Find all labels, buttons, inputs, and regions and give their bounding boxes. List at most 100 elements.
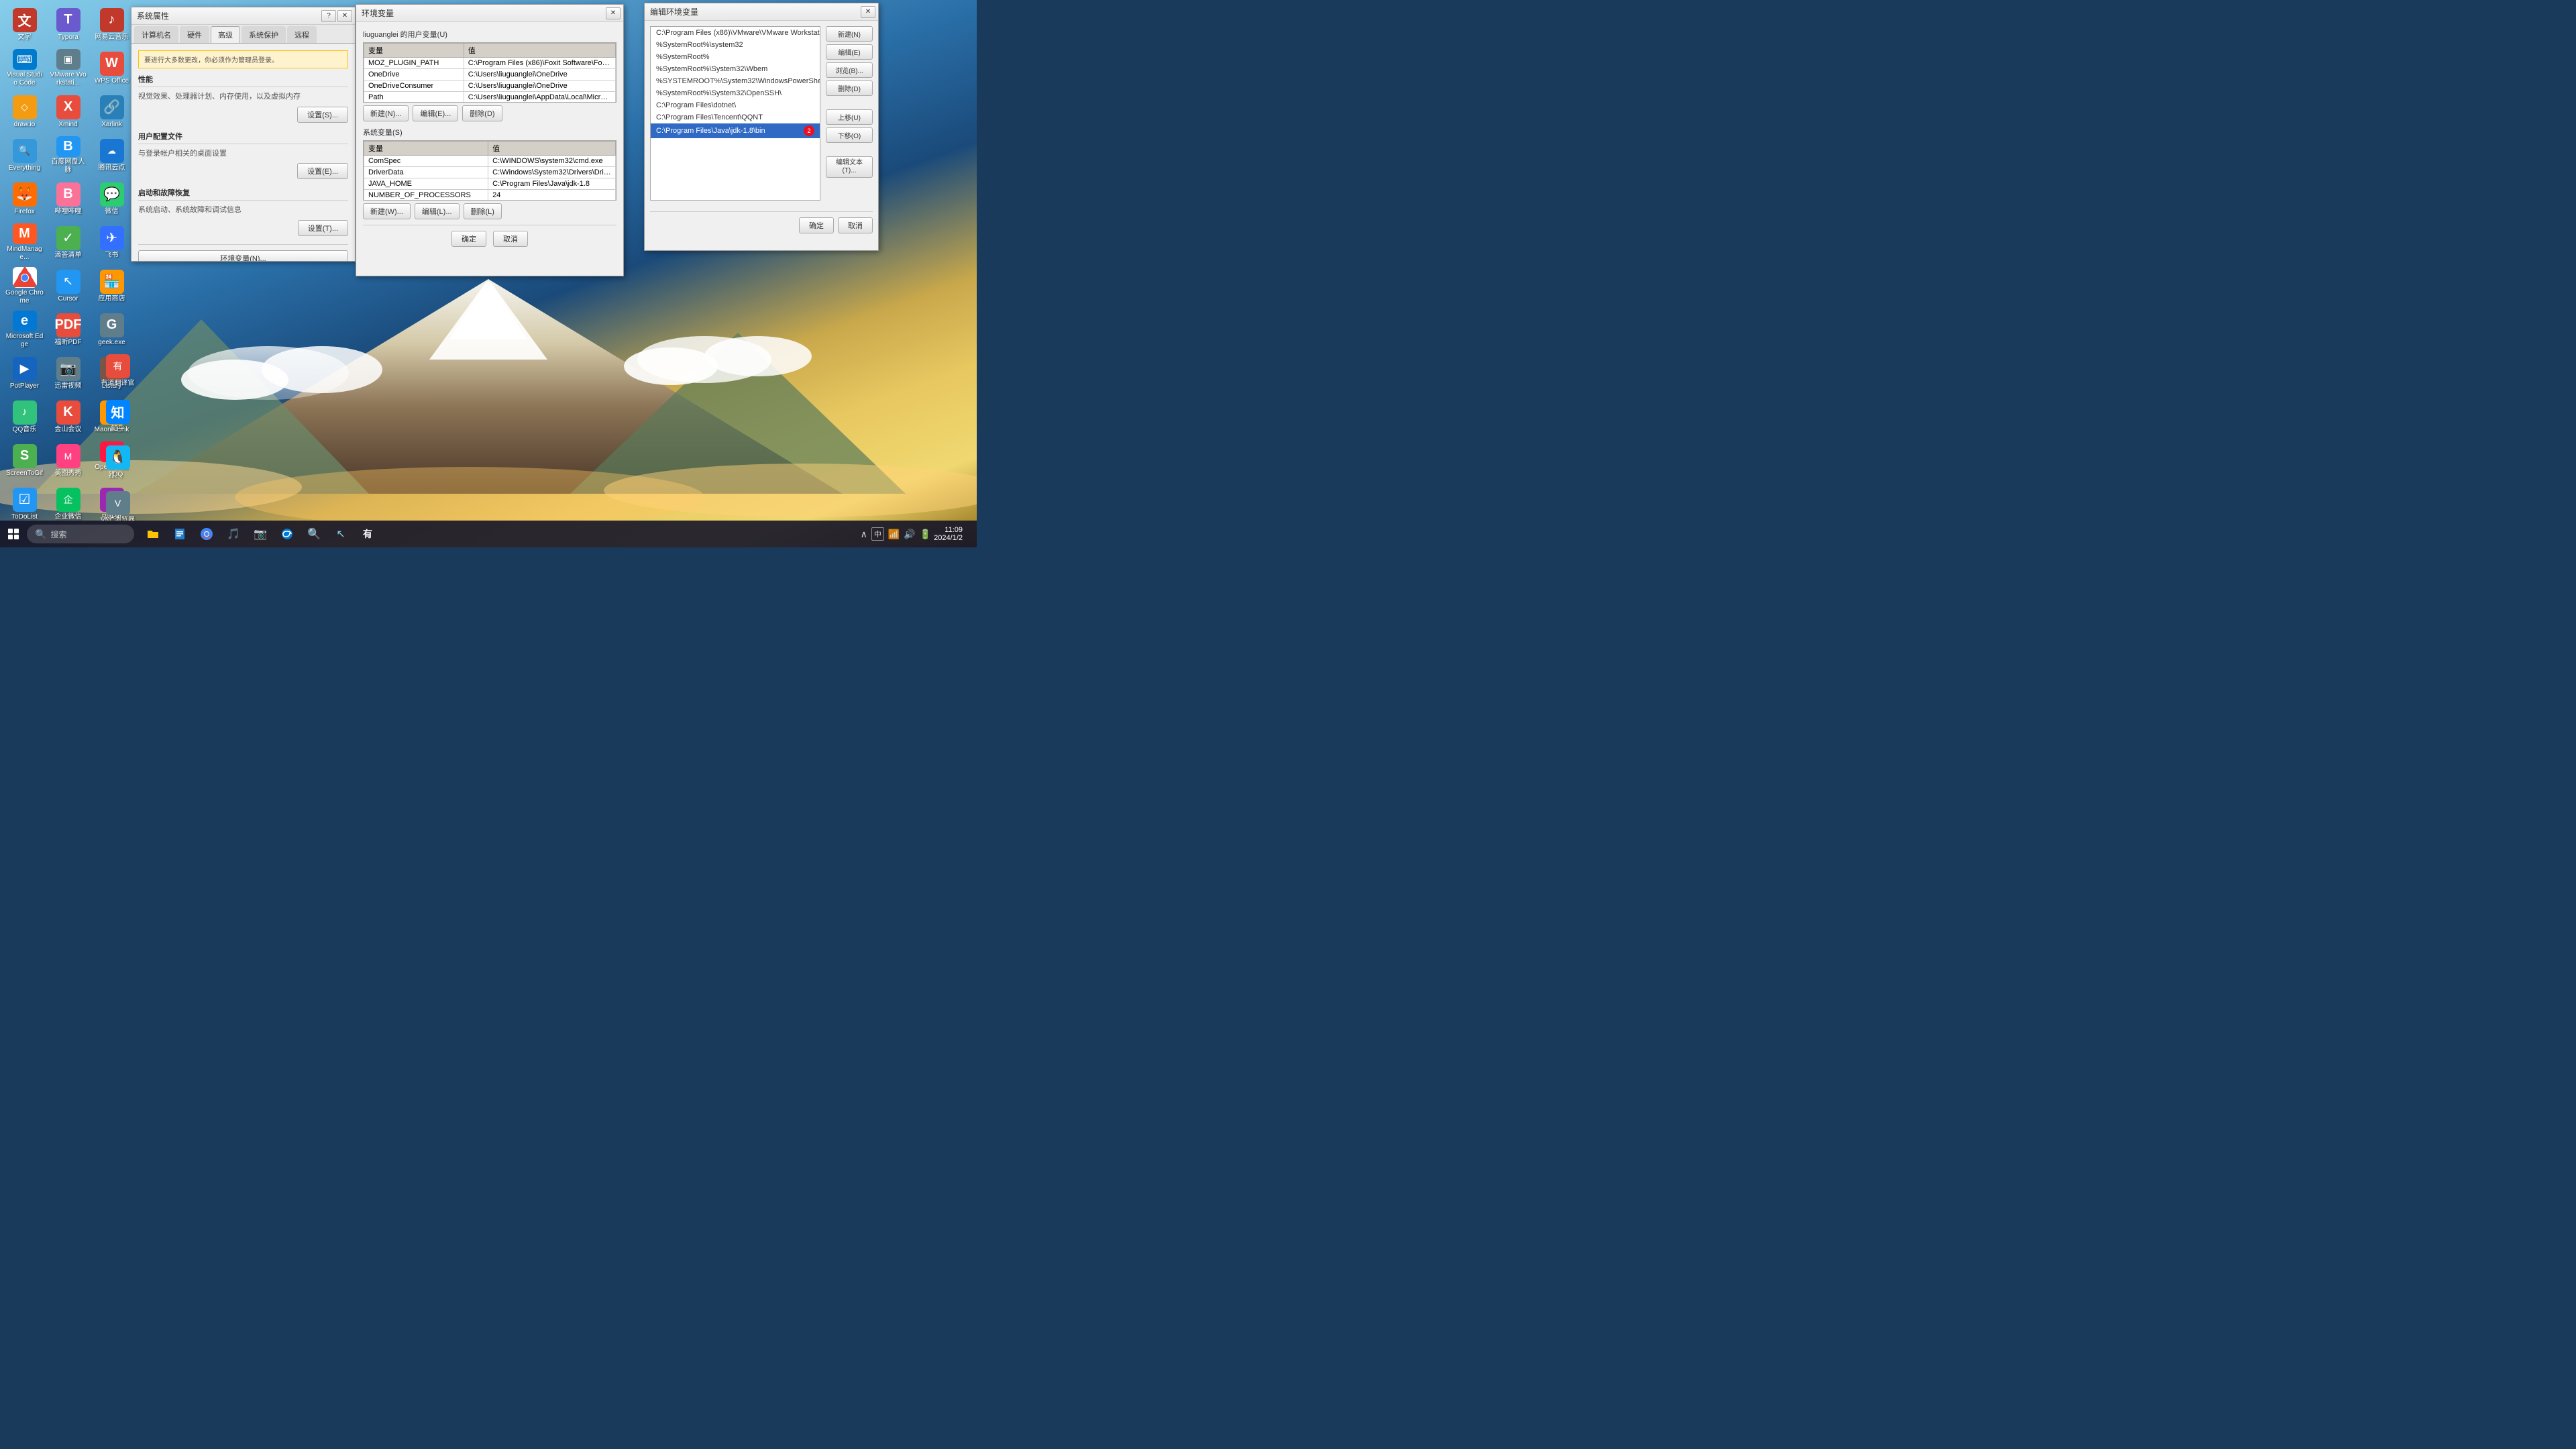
edit-browse-btn[interactable]: 浏览(B)... xyxy=(826,62,873,78)
user-profiles-settings-btn[interactable]: 设置(E)... xyxy=(297,163,348,179)
taskbar-app-cursor2[interactable]: ↖ xyxy=(329,522,353,546)
icon-wps-writer[interactable]: 文 文字 xyxy=(3,3,46,46)
taskbar-search[interactable]: 🔍 搜索 xyxy=(27,525,134,543)
icon-xmind2[interactable]: 🔗 Xarlink xyxy=(90,90,133,133)
table-row[interactable]: ComSpec C:\WINDOWS\system32\cmd.exe xyxy=(364,156,616,167)
edit-edit-btn[interactable]: 编辑(E) xyxy=(826,44,873,60)
icon-vmware[interactable]: ▣ VMware Workstati... xyxy=(46,46,90,90)
tab-computer-name[interactable]: 计算机名 xyxy=(134,26,178,43)
table-row[interactable]: MOZ_PLUGIN_PATH C:\Program Files (x86)\F… xyxy=(364,58,616,69)
icon-geek[interactable]: G geek.exe xyxy=(90,308,133,352)
sys-new-btn[interactable]: 新建(W)... xyxy=(363,203,411,219)
taskbar-app-youdao[interactable]: 有 xyxy=(356,522,380,546)
perf-settings-btn[interactable]: 设置(S)... xyxy=(297,107,348,123)
taskbar-app-edge[interactable] xyxy=(275,522,299,546)
taskbar-app-files[interactable] xyxy=(168,522,192,546)
list-item[interactable]: %SystemRoot%\system32 xyxy=(651,39,820,51)
edit-new-btn[interactable]: 新建(N) xyxy=(826,26,873,42)
tab-sys-protect[interactable]: 系统保护 xyxy=(241,26,286,43)
env-vars-close-btn[interactable]: ✕ xyxy=(606,7,621,19)
icon-wecom[interactable]: 企 企业微信 xyxy=(46,482,90,526)
list-item[interactable]: C:\Program Files\dotnet\ xyxy=(651,99,820,111)
icon-everything[interactable]: 🔍 Everything xyxy=(3,133,46,177)
icon-firefox[interactable]: 🦊 Firefox xyxy=(3,177,46,221)
icon-tencent-cloud[interactable]: ☁ 腾讯云点 xyxy=(90,133,133,177)
start-button[interactable] xyxy=(0,521,27,547)
icon-appstore2[interactable]: 🏪 应用商店 xyxy=(90,264,133,308)
list-item[interactable]: %SystemRoot%\System32\OpenSSH\ xyxy=(651,87,820,99)
icon-chrome[interactable]: Google Chrome xyxy=(3,264,46,308)
env-vars-btn[interactable]: 环境变量(N)... xyxy=(138,250,348,262)
tab-remote[interactable]: 远程 xyxy=(287,26,317,43)
wifi-icon[interactable]: 📶 xyxy=(888,529,900,540)
icon-drawio[interactable]: ◇ draw.io xyxy=(3,90,46,133)
list-item-selected[interactable]: C:\Program Files\Java\jdk-1.8\bin 2 xyxy=(651,123,820,138)
edit-down-btn[interactable]: 下移(O) xyxy=(826,127,873,143)
edit-env-ok-btn[interactable]: 确定 xyxy=(799,217,834,233)
env-vars-ok-btn[interactable]: 确定 xyxy=(451,231,486,247)
sys-edit-btn[interactable]: 编辑(L)... xyxy=(415,203,460,219)
table-row[interactable]: OneDriveConsumer C:\Users\liuguanglei\On… xyxy=(364,80,616,92)
tab-hardware[interactable]: 硬件 xyxy=(180,26,209,43)
edit-delete-btn[interactable]: 删除(D) xyxy=(826,80,873,96)
icon-wps[interactable]: W WPS Office xyxy=(90,46,133,90)
icon-qqmusic[interactable]: ♪ QQ音乐 xyxy=(3,395,46,439)
battery-icon[interactable]: 🔋 xyxy=(920,529,931,540)
edit-env-close-btn[interactable]: ✕ xyxy=(861,6,875,18)
keyboard-icon[interactable]: 中 xyxy=(871,527,884,541)
icon-pdf[interactable]: PDF 福昕PDF xyxy=(46,308,90,352)
taskbar-app-music[interactable]: 🎵 xyxy=(221,522,246,546)
sys-props-help-btn[interactable]: ? xyxy=(321,10,336,22)
icon-todolist[interactable]: ☑ ToDoList xyxy=(3,482,46,526)
taskbar-app-search[interactable]: 🔍 xyxy=(302,522,326,546)
list-item[interactable]: %SystemRoot% xyxy=(651,51,820,63)
icon-wechat[interactable]: 💬 微信 xyxy=(90,177,133,221)
icon-potplayer[interactable]: ▶ PotPlayer xyxy=(3,352,46,395)
list-item[interactable]: C:\Program Files\Tencent\QQNT xyxy=(651,111,820,123)
icon-netease-music[interactable]: ♪ 网易云音乐 xyxy=(90,3,133,46)
user-vars-table-container[interactable]: 变量 值 MOZ_PLUGIN_PATH C:\Program Files (x… xyxy=(363,42,616,103)
table-row[interactable]: JAVA_HOME C:\Program Files\Java\jdk-1.8 xyxy=(364,178,616,190)
icon-bilibili[interactable]: B 哔哩哔哩 xyxy=(46,177,90,221)
icon-qq[interactable]: 🐧 QQ xyxy=(96,440,140,484)
edit-env-cancel-btn[interactable]: 取消 xyxy=(838,217,873,233)
icon-mindmanager[interactable]: M MindManage... xyxy=(3,221,46,264)
chevron-up-icon[interactable]: ∧ xyxy=(861,529,867,540)
icon-dida[interactable]: ✓ 滴答清单 xyxy=(46,221,90,264)
icon-feishu[interactable]: ✈ 飞书 xyxy=(90,221,133,264)
taskbar-clock[interactable]: 11:09 2024/1/2 xyxy=(934,526,963,542)
table-row[interactable]: NUMBER_OF_PROCESSORS 24 xyxy=(364,190,616,201)
edit-env-list[interactable]: C:\Program Files (x86)\VMware\VMware Wor… xyxy=(650,26,820,201)
speaker-icon[interactable]: 🔊 xyxy=(904,529,915,540)
startup-settings-btn[interactable]: 设置(T)... xyxy=(298,220,348,236)
list-item[interactable]: C:\Program Files (x86)\VMware\VMware Wor… xyxy=(651,27,820,39)
icon-baidupan[interactable]: B 百度网盘人脉 xyxy=(46,133,90,177)
edit-text-btn[interactable]: 编辑文本(T)... xyxy=(826,156,873,178)
icon-vscode[interactable]: ⌨ Visual Studio Code xyxy=(3,46,46,90)
tab-advanced[interactable]: 高级 xyxy=(211,26,240,43)
list-item[interactable]: %SystemRoot%\System32\Wbem xyxy=(651,63,820,75)
user-new-btn[interactable]: 新建(N)... xyxy=(363,105,409,121)
icon-jinshan[interactable]: K 金山会议 xyxy=(46,395,90,439)
icon-screentogif[interactable]: S ScreenToGif xyxy=(3,439,46,482)
taskbar-app-explorer[interactable] xyxy=(141,522,165,546)
taskbar-app-chrome[interactable] xyxy=(195,522,219,546)
table-row[interactable]: OneDrive C:\Users\liuguanglei\OneDrive xyxy=(364,69,616,80)
user-delete-btn[interactable]: 删除(D) xyxy=(462,105,502,121)
icon-youdao[interactable]: 有 有道翻译官 xyxy=(96,349,140,392)
sys-props-close-btn[interactable]: ✕ xyxy=(337,10,352,22)
icon-thunder[interactable]: 📷 迅雷视频 xyxy=(46,352,90,395)
list-item[interactable]: %SYSTEMROOT%\System32\WindowsPowerShell\… xyxy=(651,75,820,87)
table-row[interactable]: Path C:\Users\liuguanglei\AppData\Local\… xyxy=(364,92,616,103)
table-row[interactable]: DriverData C:\Windows\System32\Drivers\D… xyxy=(364,167,616,178)
edit-up-btn[interactable]: 上移(U) xyxy=(826,109,873,125)
taskbar-app-camera[interactable]: 📷 xyxy=(248,522,272,546)
sys-vars-table-container[interactable]: 变量 值 ComSpec C:\WINDOWS\system32\cmd.exe… xyxy=(363,140,616,201)
icon-xmind[interactable]: X Xmind xyxy=(46,90,90,133)
env-vars-cancel-btn[interactable]: 取消 xyxy=(493,231,528,247)
icon-edge[interactable]: e Microsoft Edge xyxy=(3,308,46,352)
user-edit-btn[interactable]: 编辑(E)... xyxy=(413,105,458,121)
icon-meitumxiu[interactable]: M 美图秀秀 xyxy=(46,439,90,482)
icon-zhihu[interactable]: 知 知乎 xyxy=(96,394,140,438)
sys-delete-btn[interactable]: 删除(L) xyxy=(464,203,502,219)
